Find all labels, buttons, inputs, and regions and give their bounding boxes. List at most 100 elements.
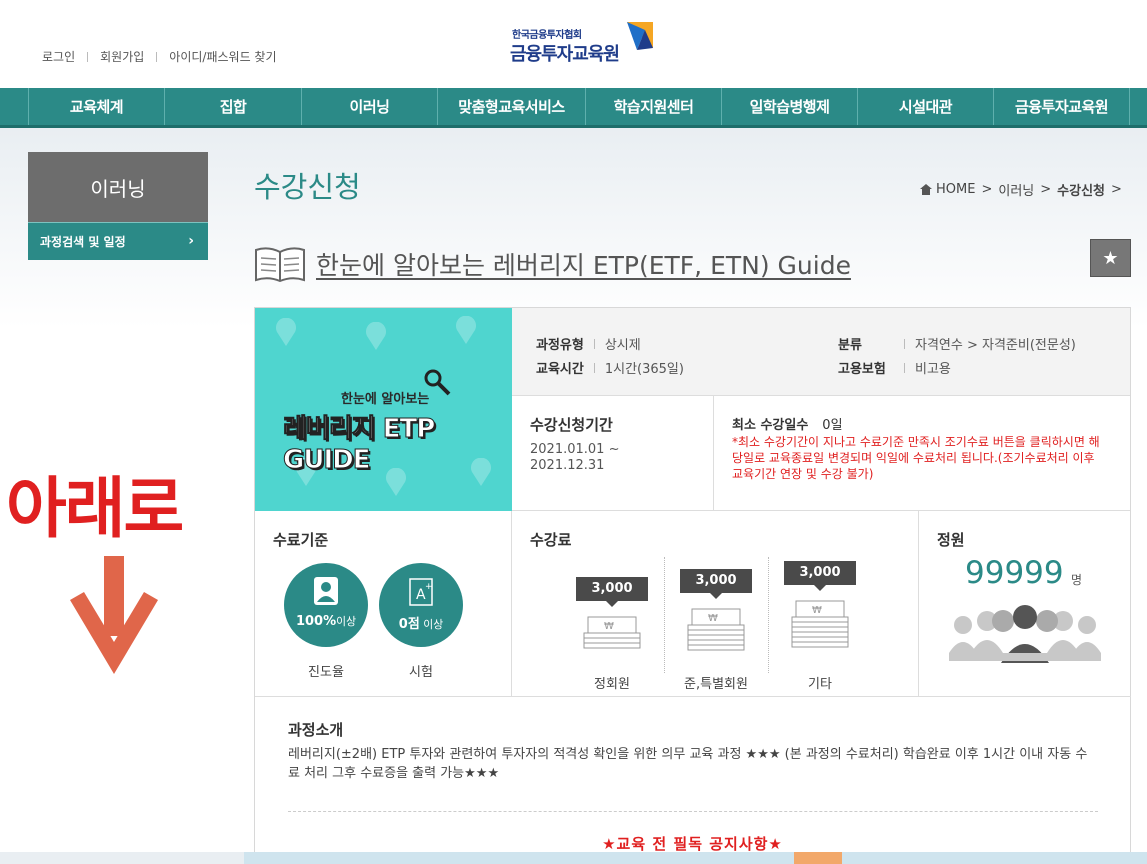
progress-label: 진도율 bbox=[308, 665, 344, 680]
course-title: 한눈에 알아보는 레버리지 ETP(ETF, ETN) Guide bbox=[316, 251, 851, 280]
chevron-right-icon: > bbox=[1111, 182, 1122, 197]
nav-item-institute[interactable]: 금융투자교육원 bbox=[993, 88, 1130, 125]
fee-price: 3,000 bbox=[680, 569, 752, 599]
chevron-right-icon: › bbox=[188, 233, 194, 249]
exam-criterion: A + 0점 이상 bbox=[379, 563, 463, 647]
logo-title: 금융투자교육원 bbox=[510, 44, 620, 65]
svg-text:₩: ₩ bbox=[708, 613, 718, 624]
registration-period: 수강신청기간 2021.01.01 ~ 2021.12.31 bbox=[512, 396, 714, 511]
chevron-right-icon: > bbox=[981, 182, 993, 197]
divider bbox=[156, 51, 158, 62]
progress-criterion: 100%이상 bbox=[284, 563, 368, 647]
divider bbox=[593, 338, 595, 349]
notice-heading: ★교육 전 필독 공지사항★ bbox=[602, 835, 783, 853]
page-title: 수강신청 bbox=[254, 170, 361, 204]
breadcrumb-home[interactable]: HOME bbox=[936, 182, 975, 197]
nav-item-facility-rental[interactable]: 시설대관 bbox=[857, 88, 993, 125]
fee-other: 3,000 ₩ 기타 bbox=[784, 561, 884, 692]
divider bbox=[904, 338, 905, 349]
pin-pattern-icon bbox=[276, 318, 296, 346]
exam-suffix: 이상 bbox=[419, 618, 444, 631]
meta-insurance-label: 고용보험 bbox=[838, 362, 886, 377]
breadcrumb-level1[interactable]: 이러닝 bbox=[998, 180, 1034, 199]
person-icon bbox=[314, 577, 338, 605]
signup-link[interactable]: 회원가입 bbox=[100, 48, 144, 65]
main-nav: 교육체계 집합 이러닝 맞춤형교육서비스 학습지원센터 일학습병행제 시설대관 … bbox=[0, 88, 1147, 128]
capacity: 정원 99999 명 bbox=[919, 511, 1131, 697]
banner-segment bbox=[244, 852, 794, 864]
minimum-days: 최소 수강일수 0일 *최소 수강기간이 지나고 수료기준 만족시 조기수료 버튼… bbox=[714, 396, 1130, 511]
nav-item-curriculum[interactable]: 교육체계 bbox=[28, 88, 164, 125]
nav-item-custom-service[interactable]: 맞춤형교육서비스 bbox=[437, 88, 585, 125]
banner-segment bbox=[842, 852, 1147, 864]
fee-label: 정회원 bbox=[594, 677, 630, 692]
completion-criteria: 수료기준 100%이상 진도율 A + 0점 이상 시험 bbox=[255, 511, 512, 697]
chevron-right-icon: > bbox=[1040, 182, 1052, 197]
progress-suffix: 이상 bbox=[336, 615, 357, 628]
thumbnail-subtitle: 한눈에 알아보는 bbox=[341, 392, 430, 407]
meta-category-value: 자격연수 > 자격준비(전문성) bbox=[915, 338, 1076, 353]
meta-category-label: 분류 bbox=[838, 338, 862, 353]
breadcrumb: HOME > 이러닝 > 수강신청 > bbox=[920, 180, 1128, 199]
site-logo[interactable]: 한국금융투자협회 금융투자교육원 bbox=[510, 20, 655, 66]
sidebar-title: 이러닝 bbox=[28, 152, 208, 222]
magnifier-icon bbox=[424, 369, 451, 396]
arrow-down-icon bbox=[70, 556, 158, 674]
intro-heading: 과정소개 bbox=[288, 721, 344, 739]
home-icon bbox=[920, 184, 932, 195]
completion-heading: 수료기준 bbox=[273, 531, 329, 549]
meta-time-value: 1시간(365일) bbox=[604, 362, 684, 377]
nav-item-elearning[interactable]: 이러닝 bbox=[301, 88, 437, 125]
fee-regular-member: 3,000 ₩ 정회원 bbox=[576, 577, 676, 697]
logo-subtitle: 한국금융투자협회 bbox=[512, 30, 582, 41]
pin-pattern-icon bbox=[456, 316, 476, 344]
pin-pattern-icon bbox=[366, 322, 386, 350]
money-stack-icon: ₩ bbox=[583, 616, 641, 649]
top-links: 로그인 회원가입 아이디/패스워드 찾기 bbox=[42, 48, 277, 65]
people-group-icon bbox=[949, 605, 1101, 663]
nav-item-work-study[interactable]: 일학습병행제 bbox=[721, 88, 857, 125]
bottom-banner-strip bbox=[0, 852, 1147, 864]
exam-label: 시험 bbox=[409, 665, 433, 680]
capacity-unit: 명 bbox=[1071, 573, 1083, 587]
svg-text:₩: ₩ bbox=[812, 605, 822, 616]
intro-text: 레버리지(±2배) ETP 투자와 관련하여 투자자의 적격성 확인을 위한 의… bbox=[288, 747, 1088, 781]
fee-label: 준,특별회원 bbox=[684, 677, 748, 692]
fee-heading: 수강료 bbox=[530, 531, 572, 549]
breadcrumb-current: 수강신청 bbox=[1057, 184, 1105, 199]
meta-time-label: 교육시간 bbox=[536, 362, 584, 377]
divider bbox=[87, 51, 89, 62]
sidebar-item-course-search[interactable]: 과정검색 및 일정 › bbox=[28, 222, 208, 260]
min-days-value: 0일 bbox=[822, 418, 843, 433]
banner-segment bbox=[794, 852, 842, 864]
divider bbox=[664, 557, 665, 673]
meta-type-label: 과정유형 bbox=[536, 338, 584, 353]
nav-item-learning-support[interactable]: 학습지원센터 bbox=[585, 88, 721, 125]
course-intro: 과정소개 레버리지(±2배) ETP 투자와 관련하여 투자자의 적격성 확인을… bbox=[255, 697, 1130, 864]
meta-insurance-value: 비고용 bbox=[915, 362, 951, 377]
exam-grade-icon: A + bbox=[409, 578, 433, 606]
nav-item-classroom[interactable]: 집합 bbox=[164, 88, 301, 125]
star-icon: ★ bbox=[1102, 247, 1119, 269]
course-thumbnail: 한눈에 알아보는 레버리지 ETP GUIDE bbox=[255, 308, 512, 511]
divider bbox=[904, 362, 905, 373]
favorite-button[interactable]: ★ bbox=[1090, 239, 1131, 277]
capacity-heading: 정원 bbox=[937, 531, 965, 549]
divider bbox=[288, 811, 1098, 812]
find-account-link[interactable]: 아이디/패스워드 찾기 bbox=[169, 48, 276, 65]
book-icon bbox=[255, 247, 305, 282]
logo-mark-icon bbox=[627, 22, 653, 50]
scroll-down-annotation: 아래로 bbox=[6, 470, 184, 547]
fee-associate-member: 3,000 ₩ 준,특별회원 bbox=[680, 569, 780, 692]
period-value: 2021.01.01 ~ 2021.12.31 bbox=[530, 442, 620, 473]
fee-price: 3,000 bbox=[576, 577, 648, 607]
login-link[interactable]: 로그인 bbox=[42, 48, 75, 65]
money-stack-icon: ₩ bbox=[687, 608, 745, 651]
tuition-fee: 수강료 3,000 ₩ 정회원 3,000 ₩ 준,특별회원 3,000 ₩ 기… bbox=[512, 511, 919, 697]
meta-type-value: 상시제 bbox=[604, 338, 641, 353]
fee-price: 3,000 bbox=[784, 561, 856, 591]
thumbnail-title: 레버리지 ETP GUIDE bbox=[283, 414, 436, 476]
divider bbox=[768, 557, 769, 673]
svg-text:+: + bbox=[425, 582, 433, 592]
money-stack-icon: ₩ bbox=[791, 600, 849, 648]
